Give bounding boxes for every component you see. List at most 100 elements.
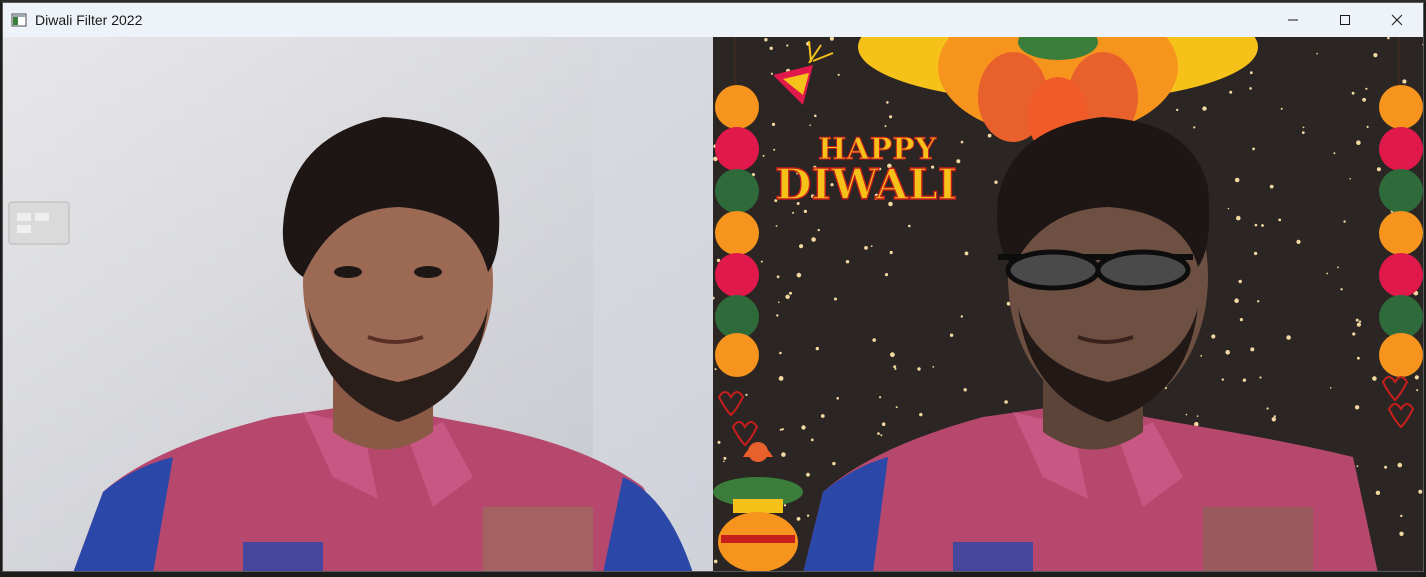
sparkle-dot	[1252, 147, 1255, 151]
sparkle-dot	[1254, 223, 1258, 227]
sparkle-dot	[881, 422, 886, 427]
sparkle-dot	[1296, 239, 1301, 244]
sparkle-dot	[1376, 167, 1381, 172]
sparkle-dot	[1176, 108, 1179, 112]
sparkle-dot	[817, 228, 820, 232]
close-button[interactable]	[1371, 3, 1423, 37]
sparkle-dot	[815, 346, 819, 351]
sparkle-dot	[889, 115, 893, 119]
sparkle-dot	[771, 122, 776, 126]
sparkle-dot	[1211, 334, 1216, 339]
sparkle-dot	[1414, 375, 1419, 380]
sparkle-dot	[762, 154, 765, 157]
sparkle-dot	[836, 397, 839, 400]
sparkle-dot	[801, 425, 806, 430]
sparkle-dot	[1253, 251, 1258, 256]
title-bar[interactable]: Diwali Filter 2022	[3, 3, 1423, 37]
sparkle-dot	[1269, 184, 1274, 189]
sparkle-dot	[806, 514, 810, 517]
sparkle-dot	[994, 180, 998, 184]
sparkle-dot	[894, 368, 897, 370]
sparkle-dot	[1373, 53, 1378, 58]
sparkle-dot	[963, 388, 967, 392]
diwali-filter-scene: HAPPY DIWALI	[713, 37, 1423, 571]
sparkle-dot	[1239, 318, 1243, 322]
sparkle-dot	[960, 140, 964, 144]
sparkle-dot	[1365, 87, 1368, 90]
sparkle-dot	[964, 251, 969, 256]
sparkle-dot	[1355, 318, 1359, 322]
sparkle-dot	[1316, 52, 1318, 55]
sparkle-dot	[783, 504, 787, 507]
sparkle-dot	[880, 434, 883, 437]
sparkle-dot	[1221, 378, 1224, 381]
sparkle-dot	[820, 414, 825, 418]
sparkle-dot	[1416, 389, 1419, 392]
sparkle-dot	[1400, 514, 1403, 518]
sparkle-dot	[717, 440, 721, 444]
window-title: Diwali Filter 2022	[35, 12, 143, 28]
sparkle-dot	[1356, 465, 1359, 468]
sparkle-dot	[713, 559, 718, 564]
minimize-button[interactable]	[1267, 3, 1319, 37]
sparkle-dot	[886, 101, 889, 104]
sparkle-dot	[834, 297, 837, 301]
sparkle-dot	[760, 260, 763, 263]
sparkle-dot	[785, 294, 790, 299]
sparkle-dot	[1358, 320, 1362, 323]
sparkle-dot	[1227, 207, 1230, 210]
sparkle-dot	[714, 368, 717, 371]
app-window-icon	[11, 13, 27, 27]
sparkle-dot	[1236, 215, 1241, 221]
sparkle-dot	[837, 73, 840, 76]
sparkle-dot	[776, 275, 780, 279]
sparkle-dot	[960, 315, 963, 318]
sparkle-dot	[879, 396, 882, 399]
webcam-feed-filtered: HAPPY DIWALI	[713, 37, 1423, 571]
sparkle-dot	[917, 367, 921, 371]
maximize-button[interactable]	[1319, 3, 1371, 37]
sparkle-dot	[908, 224, 911, 228]
video-area: HAPPY DIWALI	[3, 37, 1423, 571]
sparkle-dot	[1362, 97, 1366, 102]
sparkle-dot	[1357, 356, 1360, 360]
sparkle-dot	[809, 124, 811, 126]
sparkle-dot	[1337, 266, 1339, 269]
sparkle-dot	[773, 148, 776, 151]
sparkle-dot	[781, 452, 786, 457]
sparkle-dot	[1375, 490, 1381, 495]
sparkle-dot	[1301, 131, 1305, 134]
sparkle-dot	[1329, 387, 1332, 389]
sparkle-dot	[949, 333, 954, 337]
sparkle-dot	[1326, 272, 1329, 275]
sparkle-dot	[1234, 298, 1239, 304]
sparkle-dot	[796, 517, 801, 521]
sparkle-dot	[1229, 90, 1233, 94]
sparkle-dot	[778, 376, 784, 381]
sparkle-dot	[799, 244, 804, 249]
sparkle-dot	[889, 250, 893, 255]
sparkle-dot	[796, 272, 802, 278]
sparkle-dot	[745, 393, 748, 396]
sparkle-dot	[1185, 413, 1188, 416]
sparkle-dot	[987, 133, 992, 138]
sparkle-dot	[884, 125, 887, 128]
sparkle-dot	[1399, 531, 1404, 536]
sparkle-dot	[1249, 87, 1252, 90]
sparkle-dot	[769, 46, 773, 50]
sparkle-dot	[810, 438, 814, 442]
sparkle-dot	[895, 406, 898, 409]
sparkle-dot	[814, 114, 817, 118]
sparkle-dot	[1352, 332, 1356, 336]
sparkle-dot	[893, 365, 897, 369]
switch-board	[8, 201, 70, 245]
sparkle-dot	[864, 246, 868, 250]
sparkle-dot	[919, 412, 923, 417]
sparkle-dot	[1202, 106, 1207, 111]
webcam-feed-original	[3, 37, 713, 571]
sparkle-dot	[778, 301, 780, 304]
sparkle-dot	[1302, 126, 1305, 129]
sparkle-dot	[1372, 376, 1377, 381]
sparkle-dot	[1356, 322, 1361, 327]
sparkle-dot	[1242, 378, 1247, 382]
